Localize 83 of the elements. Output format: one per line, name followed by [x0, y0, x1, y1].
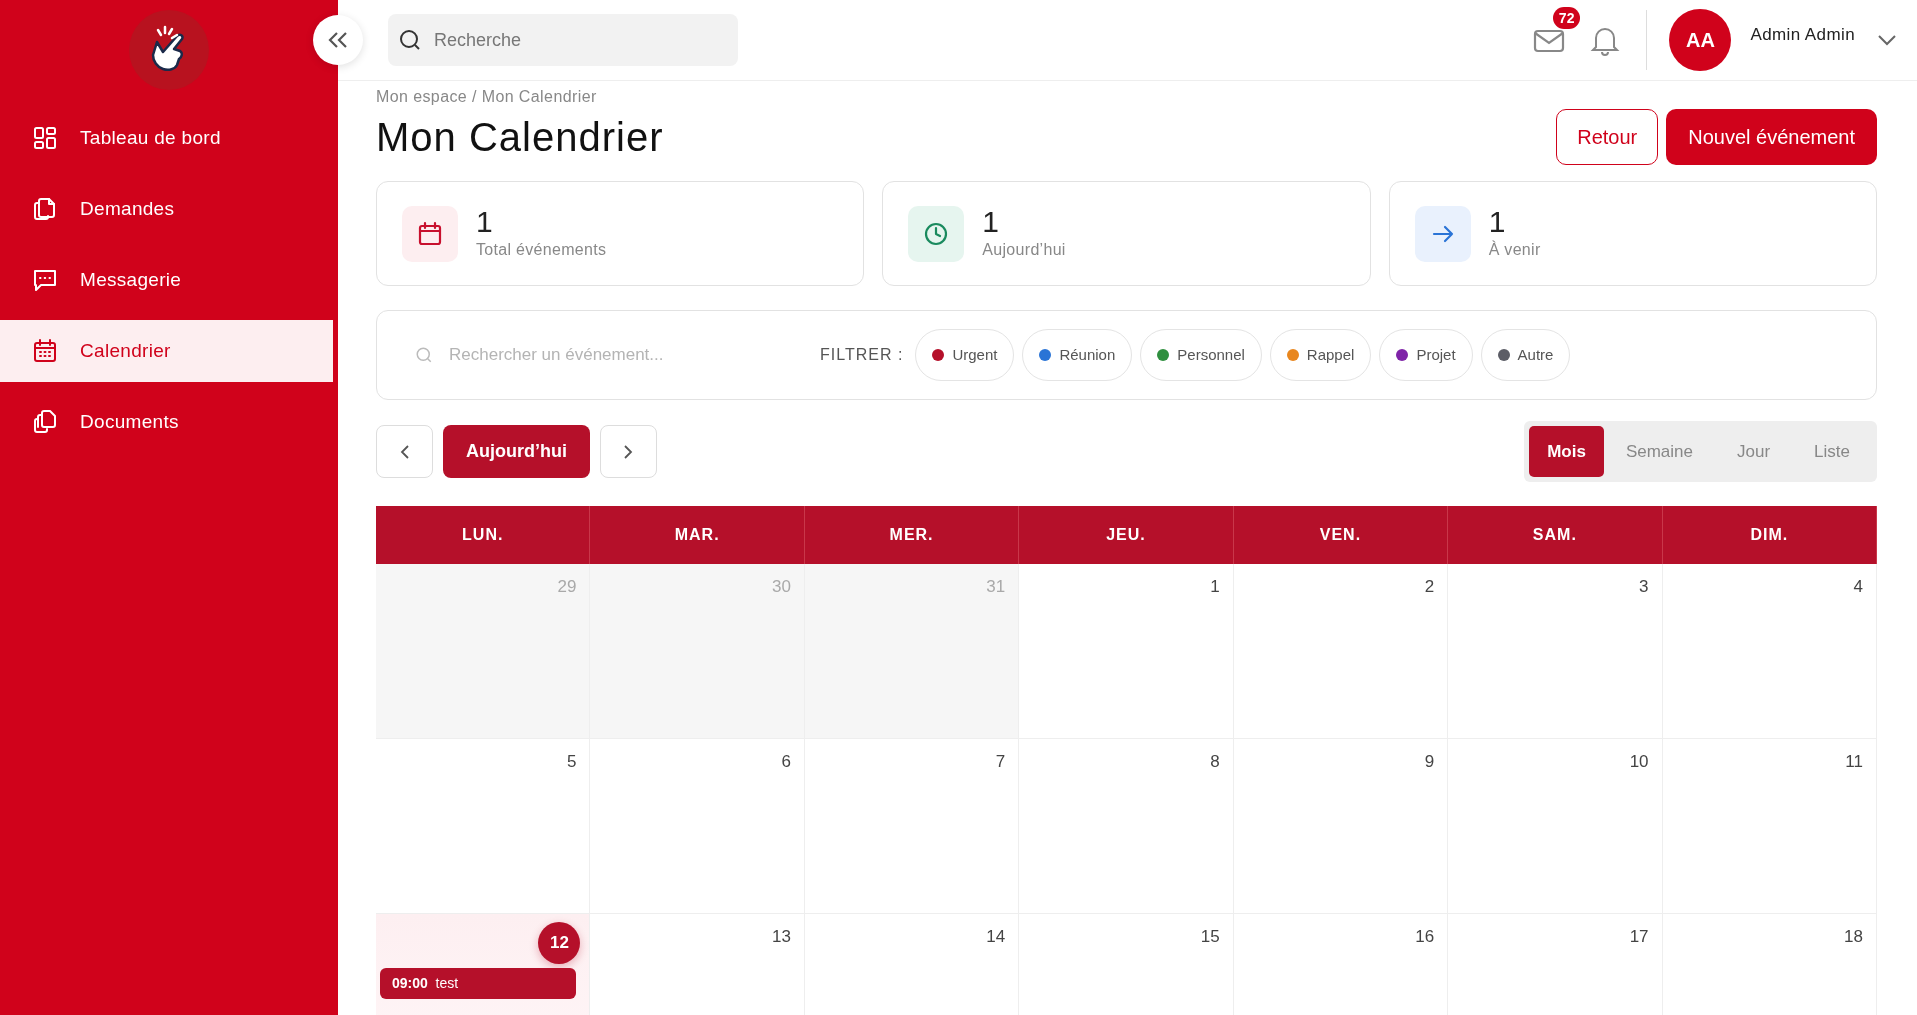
page-title: Mon Calendrier [376, 114, 664, 161]
day-number: 31 [985, 576, 1006, 598]
day-number: 16 [1414, 926, 1435, 948]
search-icon [415, 346, 433, 364]
sidebar-item[interactable]: Messagerie [0, 249, 338, 311]
stat-label: Total événements [476, 240, 607, 260]
day-number: 30 [770, 576, 791, 598]
weekday-header: DIM. [1662, 506, 1877, 564]
day-number: 3 [1638, 576, 1649, 598]
day-number: 4 [1852, 576, 1863, 598]
filter-chip[interactable]: Autre [1480, 329, 1571, 381]
calendar-icon [402, 205, 458, 262]
user-name[interactable]: Admin Admin [1750, 22, 1855, 48]
documents-icon [32, 409, 58, 435]
search-field[interactable]: Recherche [388, 14, 738, 66]
day-number: 18 [1843, 926, 1863, 948]
day-cell[interactable]: 4 [1662, 564, 1877, 739]
day-number: 8 [1209, 751, 1220, 773]
day-number: 15 [1199, 926, 1220, 948]
day-cell[interactable]: 9 [1233, 739, 1449, 914]
weekday-header: SAM. [1448, 506, 1663, 564]
filter-label: FILTRER : [820, 345, 904, 365]
stat-label: Aujourd’hui [982, 240, 1066, 260]
back-button[interactable]: Retour [1556, 109, 1659, 165]
day-number: 17 [1628, 926, 1649, 948]
day-cell[interactable]: 6 [590, 739, 805, 914]
documents-icon [32, 196, 58, 222]
stat-value: 1 [1488, 205, 1507, 238]
calendar-icon [32, 338, 58, 364]
day-cell[interactable]: 12 09:00 test [376, 914, 591, 1015]
day-cell[interactable]: 2 [1233, 564, 1449, 739]
chevron-left-icon [399, 443, 410, 460]
weekday-header: MER. [804, 506, 1020, 564]
stat-value: 1 [476, 205, 494, 238]
filter-chip[interactable]: Rappel [1269, 329, 1372, 381]
chevron-right-icon [623, 443, 634, 460]
filter-chip[interactable]: Réunion [1022, 329, 1133, 381]
day-number: 6 [780, 751, 791, 773]
day-cell[interactable]: 1 [1019, 564, 1234, 739]
stat-label: À venir [1488, 239, 1541, 260]
double-chevron-left-icon [327, 31, 349, 49]
day-cell[interactable]: 10 [1448, 739, 1663, 914]
search-icon [398, 28, 422, 52]
user-avatar[interactable]: AA [1669, 9, 1732, 71]
today-button[interactable]: Aujourd’hui [443, 425, 590, 478]
collapse-button[interactable] [313, 15, 363, 65]
day-number: 13 [770, 926, 791, 948]
weekday-header: MAR. [590, 506, 805, 564]
stat-value: 1 [982, 205, 1000, 238]
view-tab[interactable]: Mois [1529, 426, 1604, 477]
day-cell[interactable]: 8 [1019, 739, 1234, 914]
day-number: 29 [556, 576, 577, 598]
day-cell[interactable]: 5 [376, 739, 591, 914]
day-cell[interactable]: 11 [1662, 739, 1877, 914]
today-date-badge: 12 [538, 922, 581, 964]
weekday-header: VEN. [1233, 506, 1449, 564]
filter-chip[interactable]: Urgent [915, 329, 1015, 381]
chat-icon [32, 267, 58, 293]
day-number: 14 [985, 926, 1006, 948]
filter-chip[interactable]: Projet [1379, 329, 1473, 381]
day-number: 11 [1844, 751, 1863, 773]
day-number: 7 [994, 751, 1006, 773]
clock-icon [908, 205, 965, 262]
breadcrumb: Mon espace / Mon Calendrier [376, 88, 597, 105]
arrow-right-icon [1414, 205, 1471, 262]
new-event-button[interactable]: Nouvel événement [1666, 109, 1877, 165]
day-number: 9 [1423, 751, 1435, 773]
notification-badge: 72 [1552, 7, 1581, 29]
day-number: 5 [565, 751, 577, 773]
filter-chip[interactable]: Personnel [1140, 329, 1262, 381]
day-number: 10 [1628, 751, 1649, 773]
weekday-header: JEU. [1019, 506, 1234, 564]
sidebar-item[interactable]: Tableau de bord [0, 107, 338, 169]
chevron-down-icon[interactable] [1877, 34, 1897, 46]
day-number: 2 [1423, 576, 1435, 598]
weekday-header: LUN. [376, 506, 591, 564]
dashboard-icon [32, 125, 58, 151]
day-number: 1 [1209, 576, 1220, 598]
day-cell[interactable]: 7 [804, 739, 1020, 914]
sidebar-item[interactable]: Demandes [0, 178, 338, 240]
sidebar-item[interactable]: Documents [0, 391, 338, 453]
event-chip[interactable]: 09:00 test [380, 968, 577, 999]
day-cell[interactable]: 3 [1448, 564, 1663, 739]
